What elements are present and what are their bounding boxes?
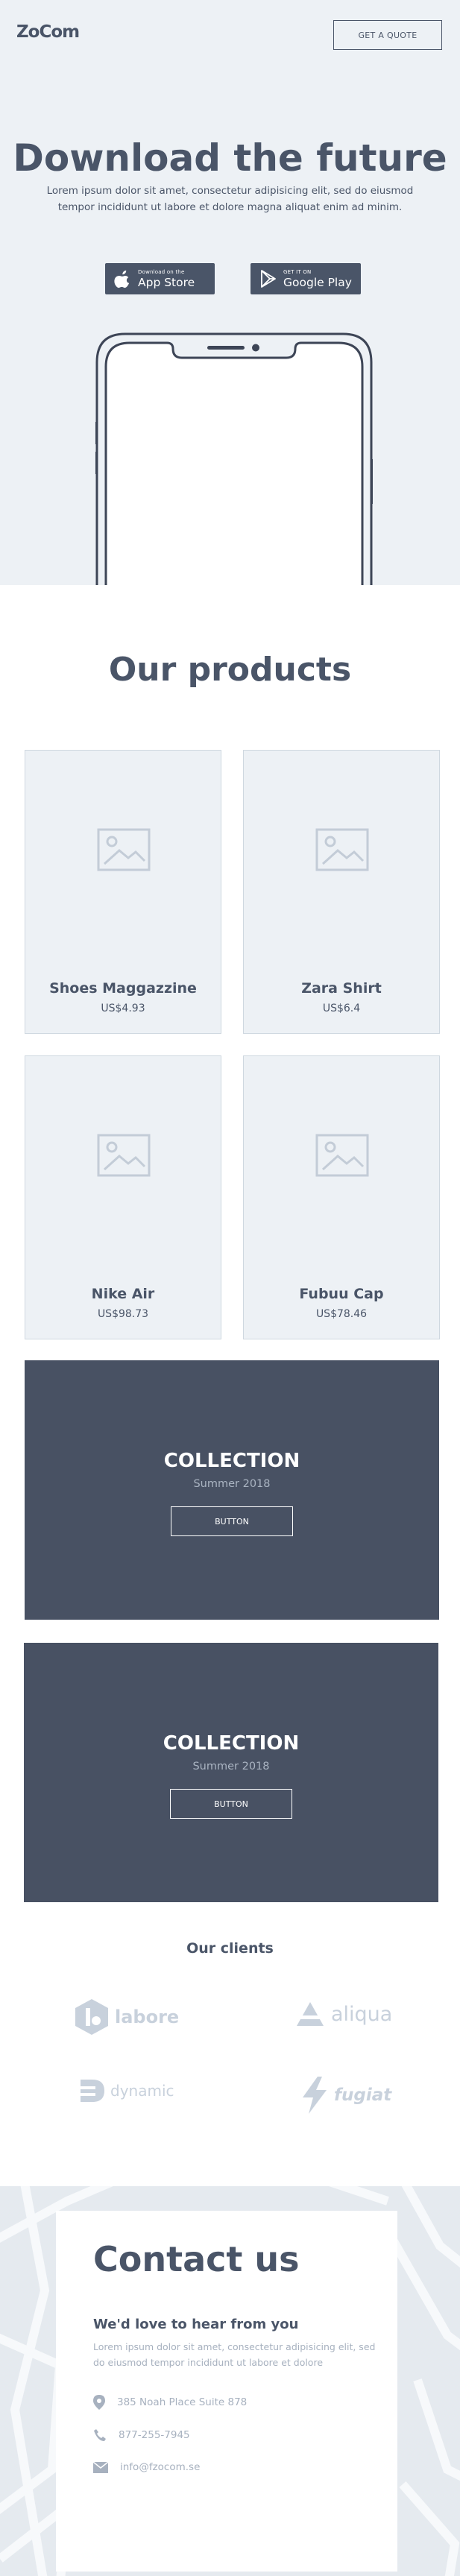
email-text: info@fzocom.se — [120, 2461, 201, 2473]
collection-banner: COLLECTION Summer 2018 BUTTON — [25, 1360, 439, 1620]
d-shape-logo-icon — [79, 2080, 104, 2102]
product-name: Nike Air — [91, 1286, 155, 1302]
apple-icon — [114, 270, 130, 288]
app-store-small-text: Download on the — [138, 268, 185, 275]
triangle-logo-icon — [294, 2002, 327, 2026]
product-price: US$78.46 — [315, 1308, 368, 1320]
hero-subtitle: Lorem ipsum dolor sit amet, consectetur … — [46, 185, 414, 213]
contact-title: Contact us — [93, 2239, 300, 2279]
client-name: dynamic — [110, 2082, 174, 2100]
contact-phone[interactable]: 877-255-7945 — [93, 2428, 190, 2442]
google-play-button[interactable]: GET IT ON Google Play — [251, 263, 361, 294]
collection-title: COLLECTION — [163, 1450, 300, 1472]
contact-email[interactable]: info@fzocom.se — [93, 2461, 200, 2473]
phone-text: 877-255-7945 — [119, 2429, 190, 2441]
google-play-small-text: GET IT ON — [283, 268, 312, 275]
product-card[interactable]: Nike Air US$98.73 — [25, 1055, 221, 1339]
image-placeholder-icon — [97, 1134, 151, 1177]
location-pin-icon — [93, 2395, 105, 2410]
client-logo-dynamic[interactable]: dynamic — [79, 2078, 174, 2103]
address-text: 385 Noah Place Suite 878 — [117, 2396, 248, 2408]
client-name: aliqua — [331, 2002, 393, 2026]
image-placeholder-icon — [97, 828, 151, 871]
collection-subtitle: Summer 2018 — [192, 1761, 270, 1772]
image-placeholder-icon — [315, 1134, 369, 1177]
hero-section: ZoCom GET A QUOTE Download the future Lo… — [0, 0, 460, 585]
hexagon-logo-icon — [75, 1999, 108, 2035]
image-placeholder-icon — [315, 828, 369, 871]
product-name: Shoes Maggazzine — [49, 980, 197, 997]
logo[interactable]: ZoCom — [16, 22, 80, 42]
product-card[interactable]: Shoes Maggazzine US$4.93 — [25, 750, 221, 1034]
client-logo-aliqua[interactable]: aliqua — [294, 2001, 392, 2027]
product-price: US$4.93 — [101, 1003, 145, 1014]
app-store-button[interactable]: Download on the App Store — [105, 263, 215, 294]
hero-title: Download the future — [13, 136, 447, 180]
mail-icon — [93, 2461, 108, 2473]
get-a-quote-button[interactable]: GET A QUOTE — [333, 20, 442, 50]
collection-title: COLLECTION — [163, 1732, 300, 1755]
client-name: fugiat — [334, 2086, 392, 2105]
phone-mockup — [95, 332, 373, 585]
collection-button[interactable]: BUTTON — [171, 1506, 293, 1536]
lightning-logo-icon — [303, 2077, 327, 2114]
product-name: Zara Shirt — [301, 980, 382, 997]
contact-subtitle: We'd love to hear from you — [93, 2317, 299, 2332]
product-price: US$6.4 — [322, 1003, 361, 1014]
client-logo-labore[interactable]: labore — [73, 1998, 179, 2036]
phone-icon — [94, 2429, 106, 2441]
app-store-big-text: App Store — [138, 275, 195, 289]
contact-card: Contact us We'd love to hear from you Lo… — [56, 2211, 397, 2572]
collection-button[interactable]: BUTTON — [170, 1789, 292, 1819]
product-card[interactable]: Fubuu Cap US$78.46 — [243, 1055, 440, 1339]
products-title: Our products — [108, 651, 352, 689]
product-price: US$98.73 — [97, 1308, 149, 1320]
product-card[interactable]: Zara Shirt US$6.4 — [243, 750, 440, 1034]
contact-address: 385 Noah Place Suite 878 — [93, 2395, 247, 2410]
google-play-big-text: Google Play — [283, 275, 352, 289]
product-name: Fubuu Cap — [299, 1286, 384, 1302]
collection-subtitle: Summer 2018 — [193, 1478, 271, 1490]
collection-banner: COLLECTION Summer 2018 BUTTON — [24, 1643, 438, 1902]
google-play-icon — [261, 270, 276, 288]
clients-title: Our clients — [186, 1940, 274, 1957]
client-logo-fugiat[interactable]: fugiat — [300, 2077, 391, 2114]
client-name: labore — [115, 2007, 180, 2027]
contact-description: Lorem ipsum dolor sit amet, consectetur … — [93, 2341, 376, 2368]
